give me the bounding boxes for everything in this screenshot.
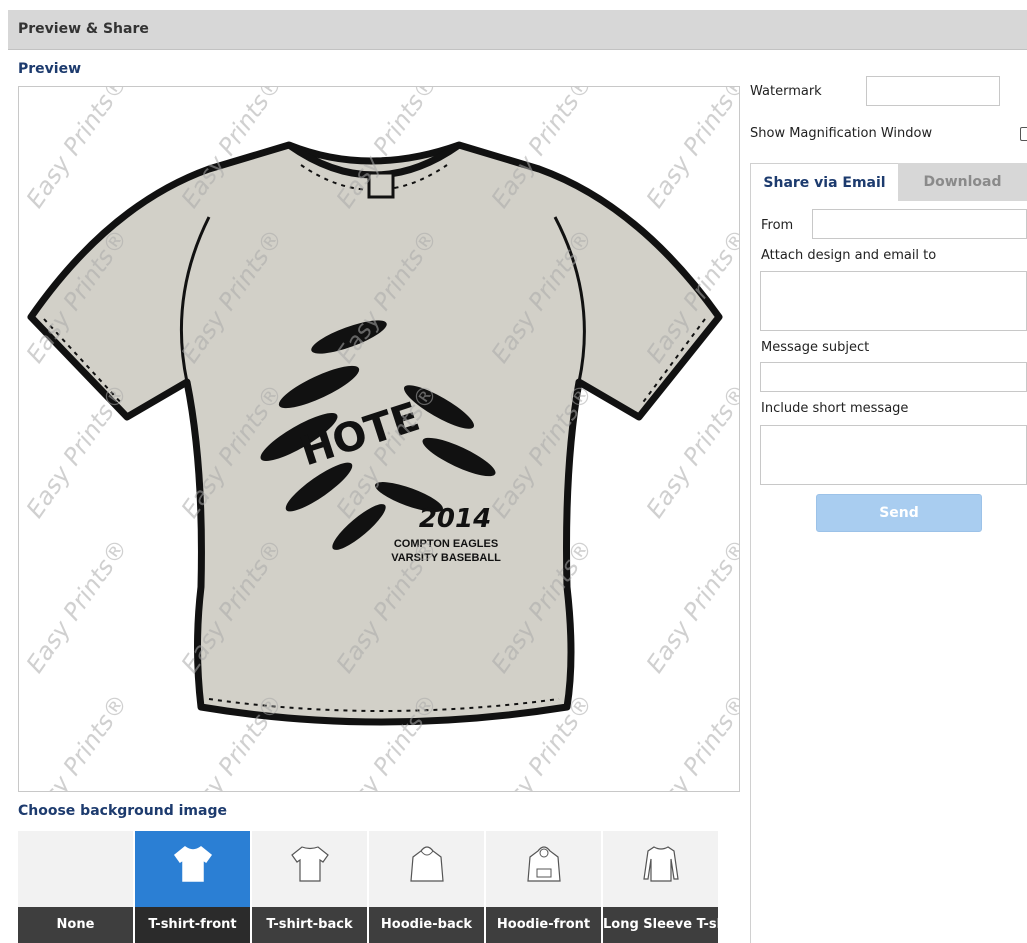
subject-label: Message subject — [761, 340, 870, 355]
tshirt-image: HOTE 2014 COMPTON EAGLES VARSITY BASEBAL… — [27, 141, 723, 726]
bg-tile-none[interactable]: None — [18, 831, 134, 943]
bg-tile-label: T-shirt-back — [252, 907, 367, 943]
design-squad: VARSITY BASEBALL — [391, 552, 501, 564]
bg-tile-label: T-shirt-front — [135, 907, 250, 943]
preview-heading: Preview — [18, 61, 82, 77]
background-heading: Choose background image — [18, 803, 227, 819]
message-label: Include short message — [761, 401, 909, 416]
tab-download[interactable]: Download — [898, 163, 1027, 201]
attach-label: Attach design and email to — [761, 248, 937, 263]
magnify-checkbox[interactable] — [1020, 127, 1027, 141]
bg-tile-tshirt-back[interactable]: T-shirt-back — [252, 831, 368, 943]
bg-tile-tshirt-front[interactable]: T-shirt-front — [135, 831, 251, 943]
top-strip — [0, 0, 1027, 10]
hoodie-front-icon — [527, 846, 561, 882]
bg-tile-label: Long Sleeve T-sh — [603, 907, 718, 943]
bg-tile-label: None — [18, 907, 133, 943]
magnify-label: Show Magnification Window — [750, 126, 933, 141]
preview-canvas[interactable]: HOTE 2014 COMPTON EAGLES VARSITY BASEBAL… — [18, 86, 740, 792]
bg-tile-label: Hoodie-back — [369, 907, 484, 943]
hoodie-back-icon — [410, 846, 444, 882]
bg-tile-label: Hoodie-front — [486, 907, 601, 943]
design-year: 2014 — [419, 504, 491, 534]
tshirt-back-icon — [291, 846, 329, 882]
dialog-header: Preview & Share — [8, 10, 1027, 50]
subject-field[interactable] — [760, 362, 1027, 392]
design-team: COMPTON EAGLES — [394, 538, 498, 550]
bg-tile-hoodie-front[interactable]: Hoodie-front — [486, 831, 602, 943]
from-field[interactable] — [812, 209, 1027, 239]
email-to-field[interactable] — [760, 271, 1027, 331]
background-picker: None T-shirt-front T-shirt-back Hoodie-b… — [18, 831, 740, 943]
message-field[interactable] — [760, 425, 1027, 485]
watermark-label: Watermark — [750, 84, 822, 99]
bg-tile-long-sleeve[interactable]: Long Sleeve T-sh — [603, 831, 719, 943]
long-sleeve-icon — [643, 846, 679, 882]
dialog-title: Preview & Share — [18, 21, 149, 37]
bg-tile-hoodie-back[interactable]: Hoodie-back — [369, 831, 485, 943]
tshirt-front-icon — [173, 846, 213, 882]
tab-share-email[interactable]: Share via Email — [750, 163, 898, 201]
from-label: From — [761, 218, 794, 233]
watermark-input[interactable] — [866, 76, 1000, 106]
send-button[interactable]: Send — [816, 494, 982, 532]
